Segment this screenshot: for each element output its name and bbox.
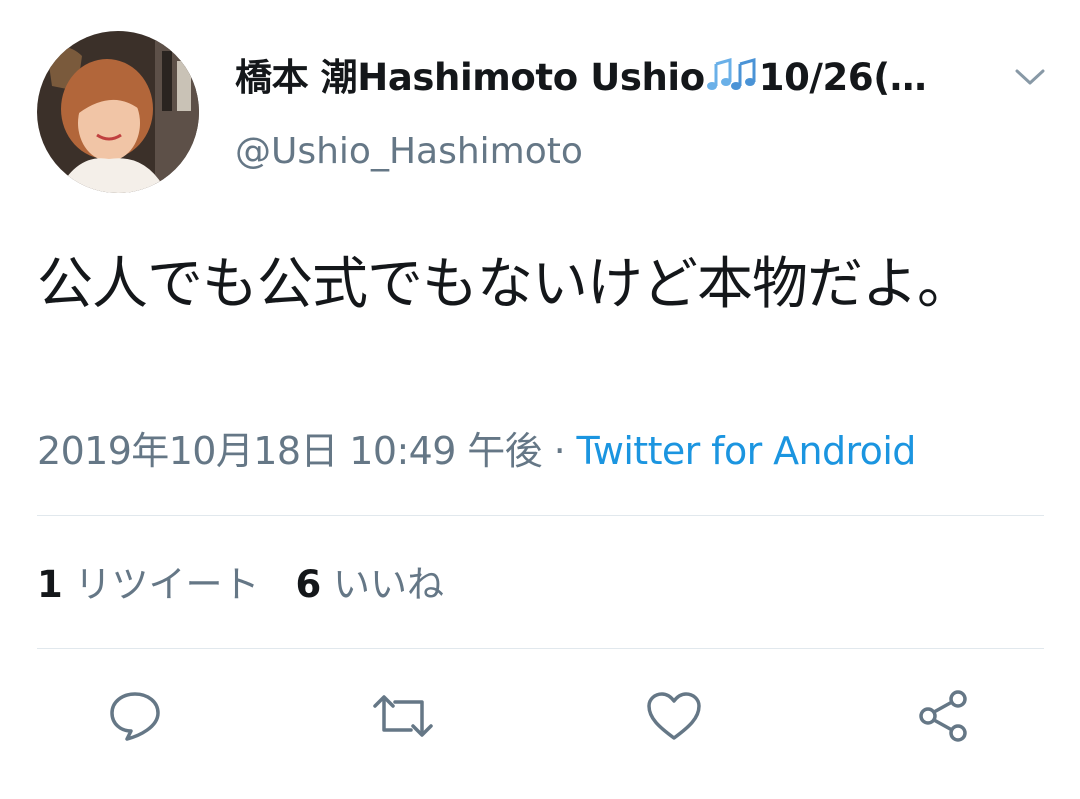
display-name-suffix: 10/26(… <box>758 56 927 99</box>
reply-button[interactable] <box>99 680 171 752</box>
likes-stat[interactable]: 6 いいね <box>296 563 445 606</box>
share-button[interactable] <box>907 680 979 752</box>
share-icon <box>919 690 967 742</box>
tweet-stats: 1 リツイート 6 いいね <box>37 558 444 612</box>
avatar[interactable] <box>37 31 199 193</box>
retweets-label: リツイート <box>74 563 260 606</box>
avatar-photo <box>37 31 199 193</box>
tweet-source-link[interactable]: Twitter for Android <box>577 429 917 473</box>
display-name-prefix: 橋本 潮Hashimoto Ushio <box>235 56 705 99</box>
tweet-text: 公人でも公式でもないけど本物だよ。 <box>37 252 973 317</box>
retweet-button[interactable] <box>367 680 439 752</box>
reply-icon <box>110 692 160 741</box>
likes-count: 6 <box>295 563 322 606</box>
heart-icon <box>647 692 701 740</box>
like-button[interactable] <box>638 680 710 752</box>
music-notes-icon <box>706 56 758 108</box>
tweet-menu-button[interactable] <box>1008 60 1052 94</box>
tweet-timestamp[interactable]: 2019年10月18日 10:49 午後 <box>37 429 543 473</box>
divider <box>37 648 1044 649</box>
retweets-stat[interactable]: 1 リツイート <box>37 563 260 606</box>
meta-separator: · <box>542 429 577 473</box>
tweet-meta: 2019年10月18日 10:49 午後 · Twitter for Andro… <box>37 424 1047 478</box>
likes-label: いいね <box>333 563 445 606</box>
chevron-down-icon <box>1015 69 1045 85</box>
retweets-count: 1 <box>37 563 63 606</box>
display-name[interactable]: 橋本 潮Hashimoto Ushio 10/26(… <box>235 52 955 108</box>
divider <box>37 515 1044 516</box>
user-handle[interactable]: @Ushio_Hashimoto <box>235 127 583 177</box>
tweet-actions <box>0 680 1080 760</box>
retweet-icon <box>373 695 433 737</box>
